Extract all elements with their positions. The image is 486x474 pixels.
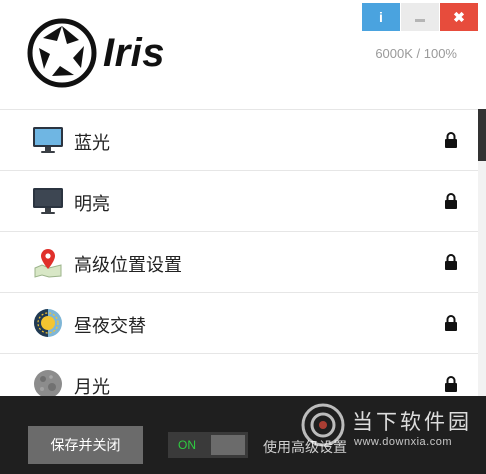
toggle-state-label: ON <box>178 438 196 452</box>
logo-text: Iris <box>103 30 166 75</box>
temperature-readout: 6000K / 100% <box>375 46 457 61</box>
toggle-knob <box>211 435 245 455</box>
lock-icon <box>445 193 457 209</box>
map-pin-icon <box>32 246 64 278</box>
mode-label: 高级位置设置 <box>74 255 182 276</box>
mode-label: 蓝光 <box>74 133 110 154</box>
lock-icon <box>445 315 457 331</box>
info-icon: i <box>379 9 383 25</box>
lock-icon <box>445 376 457 392</box>
mode-item-blue-light[interactable]: 蓝光 <box>0 110 478 171</box>
mode-label: 月光 <box>74 377 110 396</box>
app-header: Iris 6000K / 100% i ✖ <box>0 0 486 109</box>
iris-logo: Iris <box>27 18 165 88</box>
mode-item-moonlight[interactable]: 月光 <box>0 354 478 396</box>
aperture-icon <box>27 18 97 88</box>
mode-label: 明亮 <box>74 194 110 215</box>
mode-item-day-night[interactable]: 昼夜交替 <box>0 293 478 354</box>
monitor-blue-icon <box>32 124 64 156</box>
mode-label: 昼夜交替 <box>74 316 146 337</box>
watermark-name: 当下软件园 <box>352 410 472 434</box>
moon-icon <box>32 368 64 396</box>
lock-icon <box>445 132 457 148</box>
minimize-icon <box>415 19 425 22</box>
minimize-button[interactable] <box>401 3 439 31</box>
list-scrollbar[interactable] <box>478 109 486 396</box>
mode-item-advanced-location[interactable]: 高级位置设置 <box>0 232 478 293</box>
close-button[interactable]: ✖ <box>440 3 478 31</box>
day-night-icon <box>32 307 64 339</box>
mode-item-bright[interactable]: 明亮 <box>0 171 478 232</box>
watermark-url: www.downxia.com <box>354 436 452 448</box>
mode-list: 蓝光 明亮 高级位置设置 昼夜交替 月光 <box>0 109 478 396</box>
monitor-dark-icon <box>32 185 64 217</box>
lock-icon <box>445 254 457 270</box>
watermark-logo-icon <box>301 403 345 447</box>
advanced-settings-toggle[interactable]: ON <box>168 432 248 458</box>
save-and-close-button[interactable]: 保存并关闭 <box>28 426 143 464</box>
close-icon: ✖ <box>453 8 465 25</box>
info-button[interactable]: i <box>362 3 400 31</box>
scrollbar-thumb[interactable] <box>478 109 486 161</box>
window-controls: i ✖ <box>362 3 478 31</box>
